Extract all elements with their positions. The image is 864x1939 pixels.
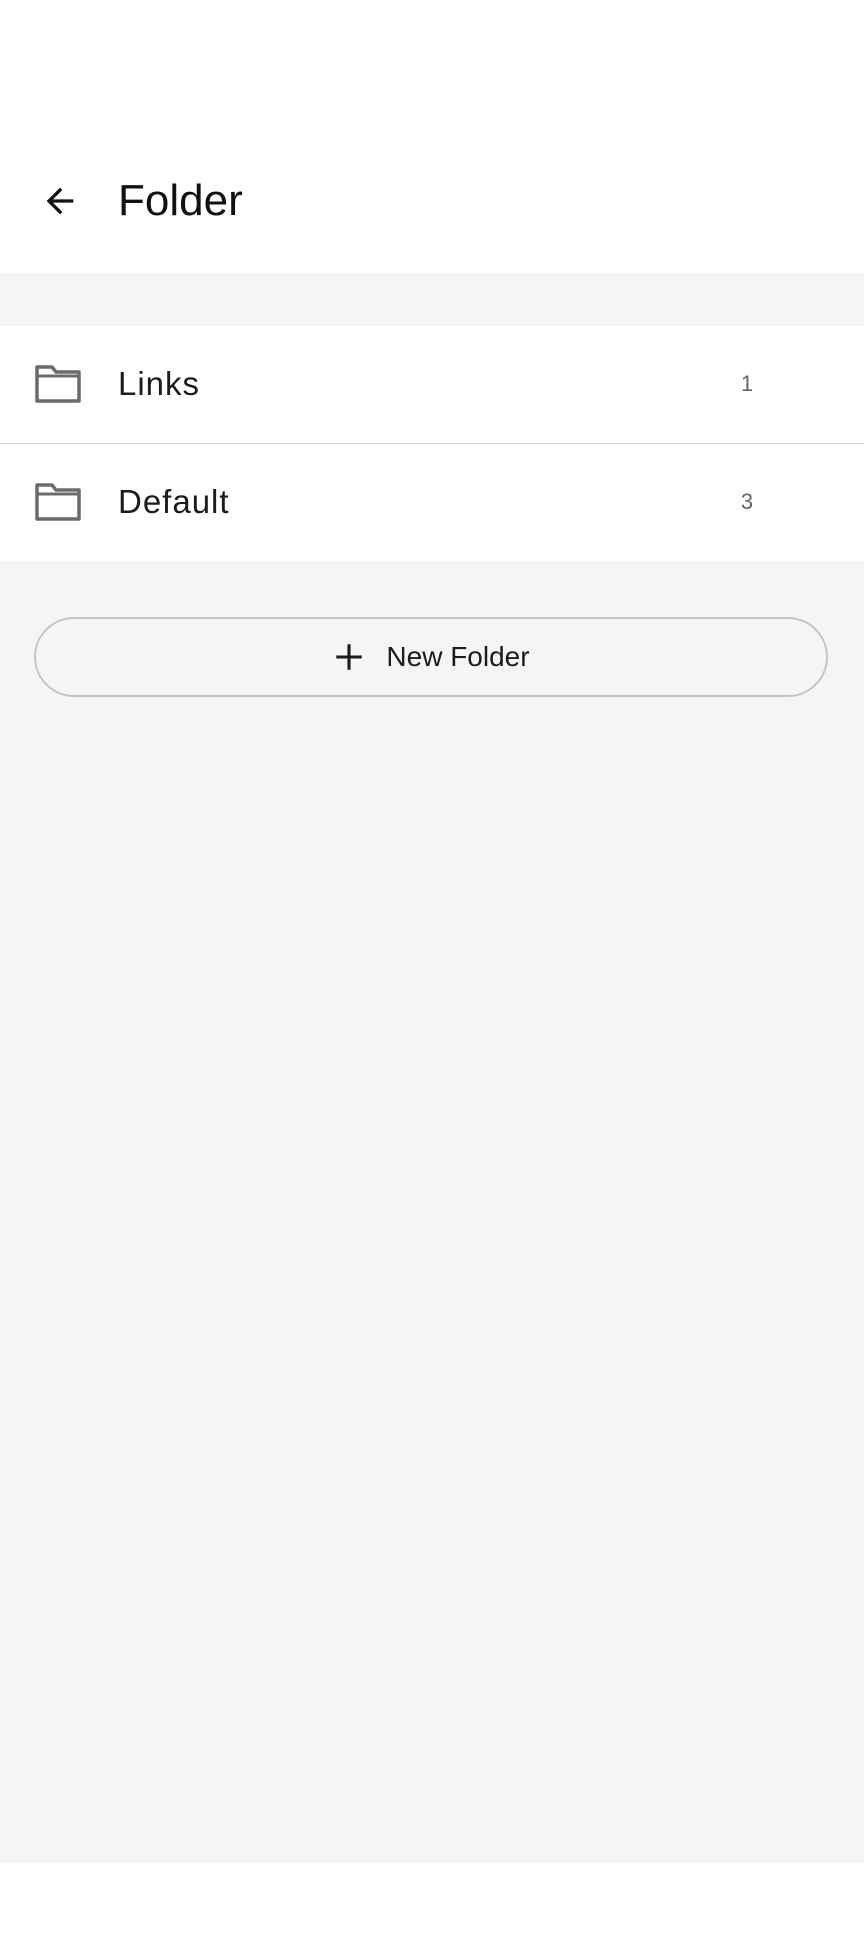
folder-item-links[interactable]: Links 1 <box>0 326 864 443</box>
back-button[interactable] <box>24 165 96 237</box>
folder-icon <box>35 365 81 403</box>
new-folder-label: New Folder <box>386 641 530 672</box>
folder-item-default[interactable]: Default 3 <box>0 443 864 561</box>
page-title: Folder <box>118 176 243 225</box>
folder-count: 1 <box>740 371 754 396</box>
folder-name: Default <box>118 483 230 520</box>
arrow-left-icon <box>46 187 74 215</box>
new-folder-button[interactable]: New Folder <box>34 617 828 697</box>
navigation-bar-area <box>0 1863 864 1939</box>
top-app-bar: Folder <box>0 135 864 273</box>
folder-icon <box>35 483 81 521</box>
plus-icon <box>336 644 363 670</box>
content-area: Links 1 Default 3 New Folder <box>0 273 864 1863</box>
folder-count: 3 <box>740 489 754 514</box>
folder-list: Links 1 Default 3 <box>0 326 864 561</box>
status-bar-area <box>0 0 864 135</box>
folder-name: Links <box>118 365 201 402</box>
